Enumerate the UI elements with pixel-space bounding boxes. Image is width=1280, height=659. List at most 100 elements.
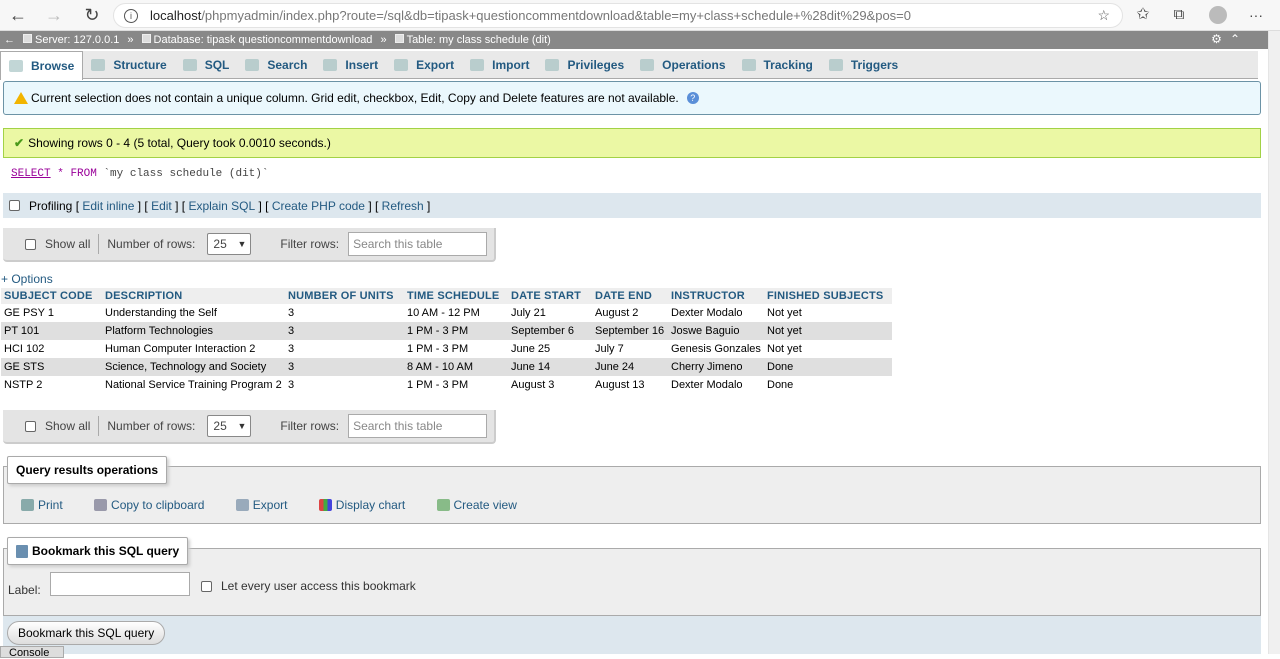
table-cell: June 14 [508, 358, 592, 376]
address-bar[interactable]: i localhost/phpmyadmin/index.php?route=/… [113, 3, 1123, 28]
filter-input[interactable]: Search this table [348, 414, 488, 438]
filter-label: Filter rows: [280, 419, 340, 433]
show-all-label: Show all [45, 237, 91, 251]
settings-collapse-icons[interactable]: ⚙⌃ [1211, 32, 1248, 46]
display-chart-link[interactable]: Display chart [318, 498, 405, 512]
tab-operations[interactable]: Operations [632, 51, 733, 79]
copy-label: Copy to clipboard [111, 498, 205, 512]
tab-operations-label: Operations [662, 58, 726, 72]
column-header[interactable]: INSTRUCTOR [668, 288, 764, 305]
tab-insert[interactable]: Insert [315, 51, 386, 79]
tab-search[interactable]: Search [237, 51, 315, 79]
gear-icon[interactable]: ⚙ [1211, 32, 1230, 46]
help-icon[interactable]: ? [686, 92, 699, 104]
create-php-code-link[interactable]: Create PHP code [272, 199, 365, 213]
profiling-checkbox[interactable] [9, 200, 20, 211]
notice-text: Current selection does not contain a uni… [31, 91, 679, 105]
create-view-link[interactable]: Create view [436, 498, 517, 512]
breadcrumb-server[interactable]: Server: 127.0.0.1 [23, 34, 119, 46]
share-bookmark-checkbox[interactable] [201, 580, 212, 592]
collections-icon[interactable]: ⧉ [1167, 4, 1191, 26]
breadcrumb-server-label: Server: 127.0.0.1 [35, 34, 120, 46]
page-scrollbar[interactable] [1268, 31, 1280, 654]
table-cell: Joswe Baguio [668, 322, 764, 340]
table-cell: HCI 102 [1, 340, 102, 358]
table-cell: Dexter Modalo [668, 304, 764, 322]
edit-link[interactable]: Edit [151, 199, 172, 213]
explain-sql-link[interactable]: Explain SQL [188, 199, 255, 213]
tab-import[interactable]: Import [462, 51, 537, 79]
filter-label: Filter rows: [280, 237, 340, 251]
breadcrumb-database[interactable]: Database: tipask questioncommentdownload [141, 34, 372, 46]
back-icon[interactable]: ← [6, 4, 30, 26]
console-toggle[interactable]: Console [0, 646, 64, 659]
table-cell: Dexter Modalo [668, 376, 764, 394]
options-link[interactable]: + Options [1, 272, 53, 286]
copy-to-clipboard-link[interactable]: Copy to clipboard [94, 498, 204, 512]
server-icon [23, 34, 32, 43]
operations-icon [640, 59, 655, 71]
table-navigation-bottom: Show all Number of rows: 25 ▼ Filter rows… [3, 410, 496, 444]
tab-privileges[interactable]: Privileges [537, 51, 632, 79]
divider [98, 416, 100, 436]
add-favorite-icon[interactable]: ☆ [1097, 7, 1110, 24]
breadcrumb-separator: » [127, 34, 134, 46]
favorites-icon[interactable]: ✩ [1131, 4, 1155, 26]
more-icon[interactable]: ··· [1244, 4, 1268, 26]
refresh-icon[interactable]: ↻ [80, 4, 104, 26]
edit-inline-link[interactable]: Edit inline [82, 199, 134, 213]
table-cell: Cherry Jimeno [668, 358, 764, 376]
table-cell: 3 [285, 358, 404, 376]
warning-icon [14, 92, 28, 104]
refresh-link[interactable]: Refresh [382, 199, 424, 213]
tab-triggers[interactable]: Triggers [821, 51, 906, 79]
tab-privileges-label: Privileges [567, 58, 625, 72]
column-header[interactable]: SUBJECT CODE [1, 288, 102, 305]
bookmark-legend: Bookmark this SQL query [7, 537, 189, 565]
profile-avatar[interactable] [1209, 6, 1227, 24]
export-icon [394, 59, 409, 71]
bookmark-submit-button[interactable]: Bookmark this SQL query [7, 621, 166, 645]
breadcrumb-table[interactable]: Table: my class schedule (dit) [394, 34, 551, 46]
sql-query-display: SELECT * FROM `my class schedule (dit)` [3, 158, 1261, 193]
tab-import-label: Import [492, 58, 530, 72]
export-link[interactable]: Export [235, 498, 287, 512]
profiling-bar: Profiling [ Edit inline ] [ Edit ] [ Exp… [3, 193, 1261, 218]
bookmark-icon [16, 544, 28, 558]
tab-sql[interactable]: SQL [175, 51, 238, 79]
tab-structure[interactable]: Structure [83, 51, 174, 79]
query-results-operations: Print Copy to clipboard Export Display c… [3, 466, 1261, 524]
tracking-icon [741, 59, 756, 71]
column-header[interactable]: NUMBER OF UNITS [285, 288, 404, 305]
show-all-checkbox[interactable] [25, 238, 36, 250]
print-link[interactable]: Print [21, 498, 63, 512]
sql-select-keyword[interactable]: SELECT [11, 168, 51, 180]
forward-icon[interactable]: → [42, 4, 66, 26]
table-row: GE PSY 1 Understanding the Self 3 10 AM - 1… [1, 304, 892, 322]
info-icon[interactable]: i [124, 8, 138, 23]
column-header[interactable]: FINISHED SUBJECTS [764, 288, 892, 305]
rows-select[interactable]: 25 ▼ [207, 415, 252, 437]
show-all-checkbox[interactable] [25, 420, 36, 432]
bookmark-label-input[interactable] [50, 572, 191, 596]
column-header[interactable]: TIME SCHEDULE [404, 288, 508, 305]
tab-export[interactable]: Export [386, 51, 462, 79]
collapse-up-icon[interactable]: ⌃ [1230, 32, 1248, 46]
table-cell: 3 [285, 322, 404, 340]
table-cell: Not yet [764, 322, 892, 340]
notice-message: Current selection does not contain a uni… [3, 81, 1261, 115]
collapse-icon[interactable]: ← [4, 34, 15, 46]
table-cell: Platform Technologies [102, 322, 285, 340]
table-cell: Understanding the Self [102, 304, 285, 322]
table-cell: Science, Technology and Society [102, 358, 285, 376]
rows-select[interactable]: 25 ▼ [207, 233, 252, 255]
rows-select-value: 25 [213, 237, 227, 251]
column-header[interactable]: DATE START [508, 288, 592, 305]
tab-browse[interactable]: Browse [0, 51, 84, 80]
column-header[interactable]: DESCRIPTION [102, 288, 285, 305]
tab-search-label: Search [267, 58, 308, 72]
column-header[interactable]: DATE END [592, 288, 668, 305]
filter-input[interactable]: Search this table [348, 232, 488, 256]
table-cell: Not yet [764, 304, 892, 322]
tab-tracking[interactable]: Tracking [734, 51, 821, 79]
